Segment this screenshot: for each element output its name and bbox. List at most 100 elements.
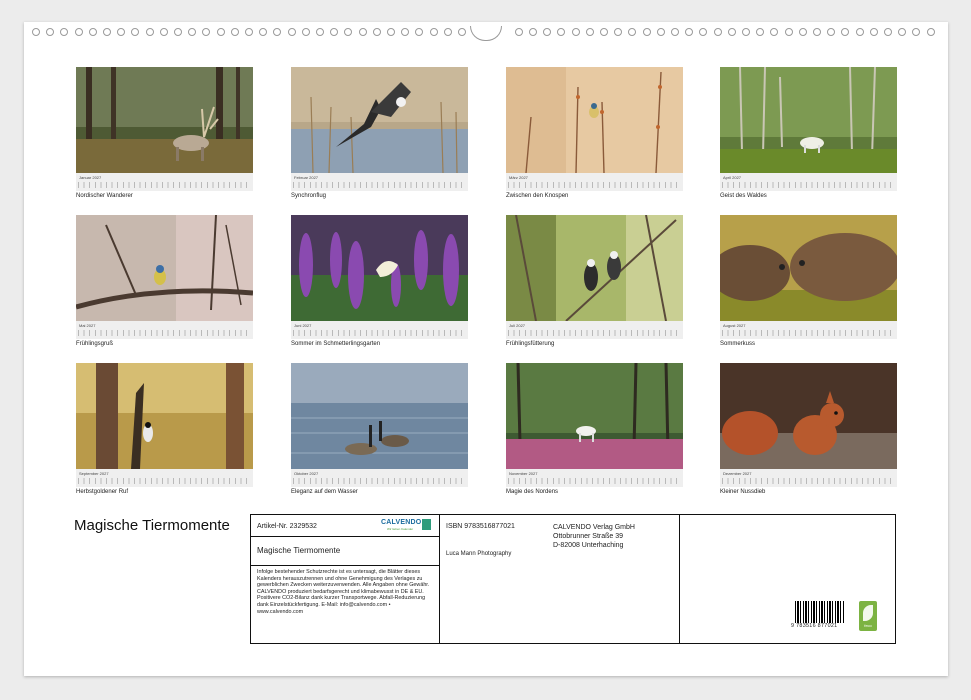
binding-hole [301, 28, 310, 36]
month-grid-strip: Februar 2027 [291, 173, 468, 191]
binding-hole [770, 28, 779, 36]
binding-hole [742, 28, 750, 36]
photo-woodpecker [76, 363, 253, 469]
month-grid-strip: Mai 2027 [76, 321, 253, 339]
feco-logo-icon: feco [859, 601, 877, 631]
day-grid [293, 182, 466, 188]
binding-hole [699, 28, 708, 36]
binding-hole [543, 28, 552, 36]
binding-hole [401, 28, 410, 36]
binding-hole [60, 28, 69, 36]
photo-great-tits [506, 215, 683, 321]
photo-bird-twigs [506, 67, 683, 173]
binding-hole [685, 28, 694, 36]
month-grid-strip: September 2027 [76, 469, 253, 487]
month-grid-strip: März 2027 [506, 173, 683, 191]
binding-hole [813, 28, 821, 36]
month-caption: Zwischen den Knospen [506, 193, 569, 199]
binding-hole [784, 28, 793, 36]
binding-hole [798, 28, 807, 36]
photo-nutrias [720, 215, 897, 321]
binding-hole [514, 28, 523, 36]
binding-hole [869, 28, 878, 36]
binding-hole [287, 28, 296, 36]
calendar-back-page: Januar 2027 Nordischer Wanderer Februar … [24, 22, 948, 676]
month-caption: Herbstgoldener Ruf [76, 489, 129, 495]
binding-hole [415, 28, 424, 36]
day-grid [508, 182, 681, 188]
month-label: Mai 2027 [79, 323, 96, 328]
binding-hole [188, 28, 197, 36]
publisher-address: CALVENDO Verlag GmbH Ottobrunner Straße … [553, 523, 635, 550]
binding-hole [216, 28, 225, 36]
product-title: Magische Tiermomente [257, 546, 341, 555]
binding-hole [88, 28, 97, 36]
calvendo-logo: CALVENDO Wir lieben Kalender [381, 519, 431, 533]
day-grid [293, 330, 466, 336]
divider [251, 536, 439, 537]
binding-hole [245, 28, 253, 36]
month-label: Juni 2027 [294, 323, 312, 328]
binding-hole [926, 28, 935, 36]
publisher-name: CALVENDO Verlag GmbH [553, 524, 635, 531]
leaf-icon [863, 605, 873, 621]
binding-hole [103, 28, 111, 36]
month-grid-strip: Oktober 2027 [291, 469, 468, 487]
month-caption: Magie des Nordens [506, 489, 559, 495]
binding-hole [429, 28, 438, 36]
binding-hole [344, 28, 353, 36]
day-grid [78, 330, 251, 336]
month-caption: Synchronflug [291, 193, 327, 199]
photo-white-deer [506, 363, 683, 469]
month-grid-strip: November 2027 [506, 469, 683, 487]
day-grid [78, 478, 251, 484]
binding-hole [443, 28, 452, 36]
binding-hole [713, 28, 722, 36]
photo-butterfly-lavender [291, 215, 468, 321]
binding-hole [912, 28, 921, 36]
binding-hole [259, 28, 268, 36]
calvendo-logo-text: CALVENDO [381, 519, 422, 526]
binding-hole [330, 28, 339, 36]
month-grid-strip: Juni 2027 [291, 321, 468, 339]
day-grid [722, 330, 895, 336]
calendar-title: Magische Tiermomente [74, 517, 230, 534]
hanger-hook [470, 26, 502, 41]
day-grid [722, 182, 895, 188]
binding-hole [642, 28, 651, 36]
binding-hole [316, 28, 324, 36]
month-caption: Nordischer Wanderer [76, 193, 133, 199]
barcode-number: 9 783516 877021 [791, 623, 838, 629]
day-grid [722, 478, 895, 484]
binding-hole [898, 28, 907, 36]
binding-hole [159, 28, 168, 36]
spiral-binding [24, 26, 948, 42]
binding-hole [756, 28, 765, 36]
month-label: September 2027 [79, 471, 109, 476]
photo-red-squirrel [720, 363, 897, 469]
month-label: Oktober 2027 [294, 471, 319, 476]
month-label: März 2027 [509, 175, 528, 180]
month-caption: Sommer im Schmetterlingsgarten [291, 341, 381, 347]
calvendo-mark-icon [422, 519, 431, 530]
day-grid [508, 478, 681, 484]
divider [251, 565, 439, 566]
binding-hole [727, 28, 736, 36]
feco-label: feco [864, 623, 872, 628]
binding-hole [628, 28, 637, 36]
photo-birds-flight [291, 67, 468, 173]
calvendo-logo-tagline: Wir lieben Kalender [387, 527, 414, 531]
month-label: November 2027 [509, 471, 538, 476]
photo-white-reindeer [720, 67, 897, 173]
binding-hole [117, 28, 126, 36]
month-caption: Geist des Waldes [720, 193, 767, 199]
binding-hole [358, 28, 367, 36]
binding-hole [230, 28, 239, 36]
binding-hole [131, 28, 140, 36]
photo-geese [291, 363, 468, 469]
info-left-column: Artikel-Nr. 2329532 CALVENDO Wir lieben … [251, 515, 440, 643]
month-caption: Eleganz auf dem Wasser [291, 489, 358, 495]
binding-hole [174, 28, 182, 36]
binding-hole [74, 28, 83, 36]
binding-hole [614, 28, 623, 36]
